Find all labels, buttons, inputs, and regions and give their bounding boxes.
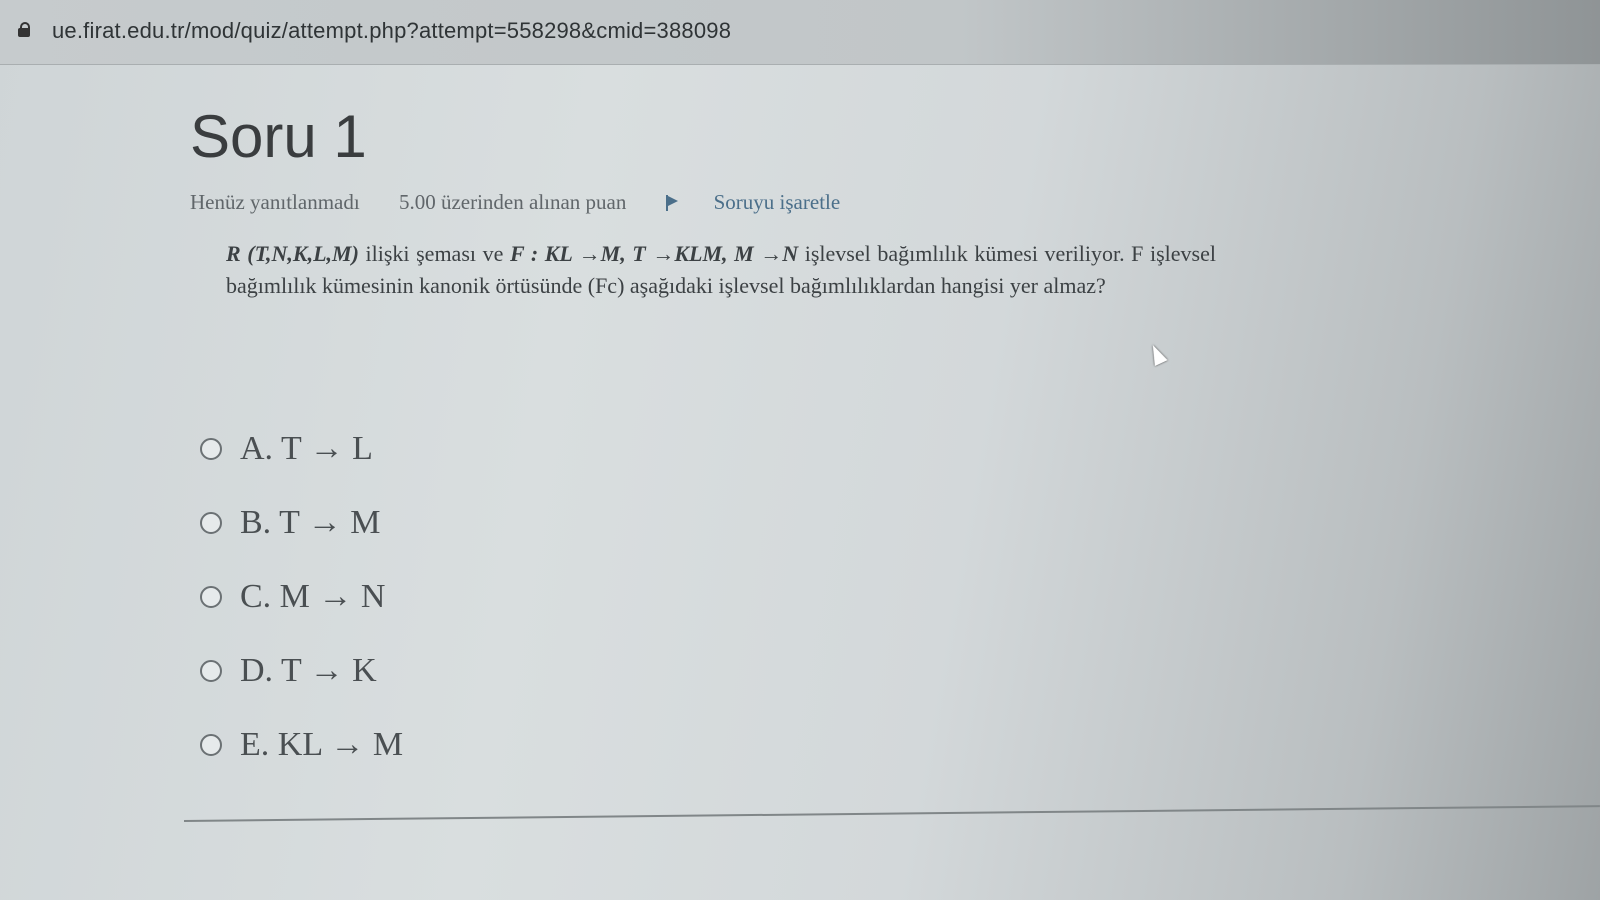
answer-label: A. T → L [240, 430, 373, 467]
flag-question-link[interactable]: Soruyu işaretle [665, 190, 875, 214]
answer-label: D. T → K [240, 652, 377, 689]
divider [183, 805, 1600, 822]
mouse-cursor-icon [1146, 341, 1168, 367]
relation-schema: R (T,N,K,L,M) [226, 241, 359, 266]
address-bar[interactable]: ue.firat.edu.tr/mod/quiz/attempt.php?att… [0, 0, 1600, 65]
answer-option-c[interactable]: C. M → N [200, 560, 403, 634]
radio-button[interactable] [200, 734, 222, 756]
screen: ue.firat.edu.tr/mod/quiz/attempt.php?att… [0, 0, 1600, 900]
answer-option-e[interactable]: E. KL → M [200, 708, 403, 782]
question-info: Henüz yanıtlanmadı 5.00 üzerinden alınan… [190, 190, 908, 215]
radio-button[interactable] [200, 660, 222, 682]
answer-label: C. M → N [240, 578, 386, 615]
answer-option-b[interactable]: B. T → M [200, 486, 403, 560]
flag-label: Soruyu işaretle [713, 190, 841, 214]
question-text: R (T,N,K,L,M) ilişki şeması ve F : KL →M… [226, 238, 1216, 302]
radio-button[interactable] [200, 512, 222, 534]
quiz-page: Soru 1 Henüz yanıtlanmadı 5.00 üzerinden… [0, 64, 1600, 900]
flag-icon [665, 195, 680, 211]
answer-label: E. KL → M [240, 726, 404, 763]
question-text-part1: ilişki şeması ve [358, 241, 510, 266]
radio-button[interactable] [200, 586, 222, 608]
question-grade: 5.00 üzerinden alınan puan [398, 190, 627, 214]
url-text[interactable]: ue.firat.edu.tr/mod/quiz/attempt.php?att… [52, 18, 731, 44]
answer-list: A. T → L B. T → M C. M → N D. T → K E. K… [200, 412, 403, 782]
answer-option-a[interactable]: A. T → L [200, 412, 403, 486]
answer-label: B. T → M [240, 504, 381, 541]
question-status: Henüz yanıtlanmadı [190, 190, 360, 214]
question-title: Soru 1 [190, 103, 367, 170]
fd-set: F : KL →M, T →KLM, M →N [509, 241, 799, 266]
answer-option-d[interactable]: D. T → K [200, 634, 403, 708]
lock-icon [18, 22, 30, 37]
radio-button[interactable] [200, 438, 222, 460]
